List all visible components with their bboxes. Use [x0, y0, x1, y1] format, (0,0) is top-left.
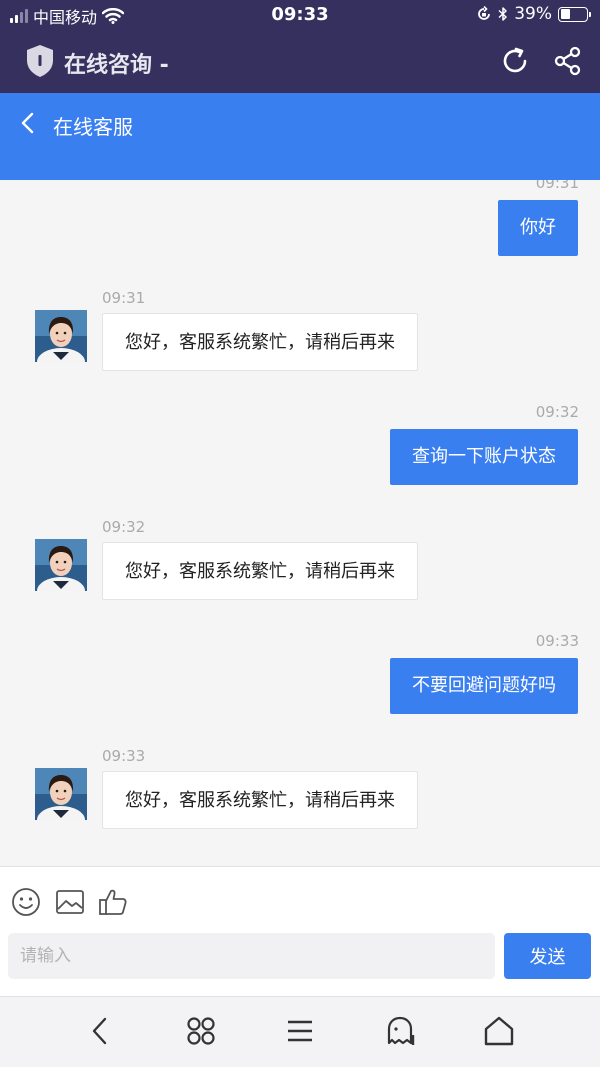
- chat-header: 在线客服: [0, 93, 600, 180]
- back-icon[interactable]: [88, 1015, 112, 1047]
- incoming-message[interactable]: 您好，客服系统繁忙，请稍后再来: [102, 771, 418, 829]
- image-icon[interactable]: [55, 887, 85, 917]
- home-icon[interactable]: [483, 1015, 515, 1047]
- agent-avatar: [35, 768, 87, 820]
- back-arrow-icon[interactable]: [18, 111, 38, 135]
- send-button[interactable]: 发送: [504, 933, 591, 979]
- share-icon[interactable]: [554, 46, 582, 76]
- status-right: 39%: [476, 4, 591, 24]
- outgoing-message[interactable]: 查询一下账户状态: [390, 429, 578, 485]
- message-timestamp: 09:31: [535, 180, 579, 192]
- apps-icon[interactable]: [185, 1015, 217, 1047]
- battery-icon: [558, 6, 591, 22]
- refresh-icon[interactable]: [500, 46, 530, 76]
- incoming-message[interactable]: 您好，客服系统繁忙，请稍后再来: [102, 313, 418, 371]
- message-timestamp: 09:32: [535, 403, 579, 421]
- status-bar: 中国移动 09:33 39%: [0, 0, 600, 31]
- emoji-icon[interactable]: [11, 887, 41, 917]
- menu-icon[interactable]: [286, 1015, 314, 1047]
- rotation-lock-icon: [478, 6, 491, 20]
- battery-percent: 39%: [514, 4, 552, 24]
- ghost-icon[interactable]: [385, 1015, 417, 1047]
- message-input[interactable]: [8, 933, 495, 979]
- bottom-navigation: [0, 996, 600, 1067]
- message-timestamp: 09:33: [102, 747, 146, 765]
- agent-avatar: [35, 539, 87, 591]
- chat-header-title: 在线客服: [53, 115, 133, 139]
- agent-avatar: [35, 310, 87, 362]
- message-timestamp: 09:31: [102, 289, 146, 307]
- outgoing-message[interactable]: 不要回避问题好吗: [390, 658, 578, 714]
- app-bar: 在线咨询 -: [0, 31, 600, 93]
- app-title: 在线咨询 -: [64, 53, 169, 78]
- bluetooth-icon: [498, 7, 507, 21]
- shield-icon: [27, 45, 53, 77]
- message-timestamp: 09:32: [102, 518, 146, 536]
- outgoing-message[interactable]: 你好: [498, 200, 578, 256]
- thumbs-up-icon[interactable]: [98, 887, 128, 917]
- composer: 发送: [0, 866, 600, 996]
- message-timestamp: 09:33: [535, 632, 579, 650]
- message-list[interactable]: 09:31 你好 09:31 您好，客服系统繁忙，请稍后再来 09:32 查询一…: [0, 180, 600, 866]
- incoming-message[interactable]: 您好，客服系统繁忙，请稍后再来: [102, 542, 418, 600]
